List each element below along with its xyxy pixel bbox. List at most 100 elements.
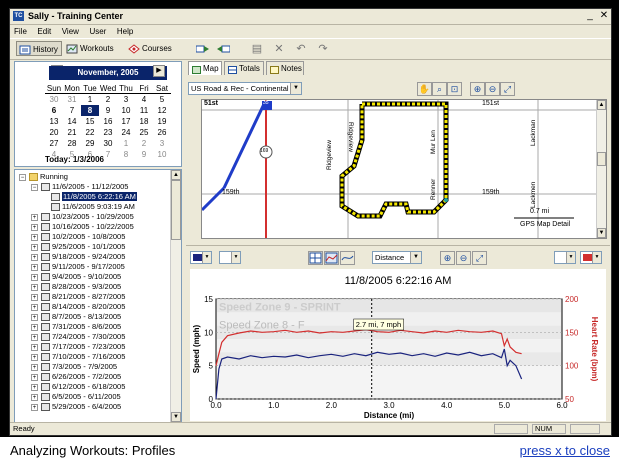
- calendar-day[interactable]: 2: [135, 138, 153, 149]
- calendar-day[interactable]: 20: [45, 127, 63, 138]
- pan-tool-icon[interactable]: ✋: [417, 82, 432, 96]
- expand-icon[interactable]: +: [31, 233, 38, 241]
- menu-view[interactable]: View: [58, 25, 83, 38]
- zoom-in-icon[interactable]: ⊕: [470, 82, 485, 96]
- scroll-thumb[interactable]: [171, 180, 181, 240]
- undo-icon[interactable]: ↶: [294, 43, 308, 55]
- chart-area[interactable]: 11/8/2005 6:22:16 AM Speed Zone 9 - SPRI…: [190, 269, 606, 421]
- zoom-tool-icon[interactable]: ⌕: [432, 82, 447, 96]
- speed-color-select[interactable]: ▼: [190, 251, 212, 264]
- tree-item-week[interactable]: +9/18/2005 - 9/24/2005: [31, 252, 125, 262]
- tree-item-week[interactable]: +7/17/2005 - 7/23/2005: [31, 342, 125, 352]
- heart-rate-color-select[interactable]: ▼: [580, 251, 602, 264]
- tree-item-week[interactable]: +6/26/2005 - 7/2/2005: [31, 372, 121, 382]
- calendar-day[interactable]: 4: [135, 94, 153, 105]
- tree-item-week[interactable]: +7/24/2005 - 7/30/2005: [31, 332, 125, 342]
- chart-fill-icon[interactable]: [324, 251, 339, 265]
- calendar-day[interactable]: 13: [45, 116, 63, 127]
- calendar-day[interactable]: 26: [153, 127, 171, 138]
- tertiary-color-select[interactable]: ▼: [554, 251, 576, 264]
- calendar-today[interactable]: Today: 1/3/2006: [45, 155, 104, 164]
- calendar-day[interactable]: 29: [81, 138, 99, 149]
- expand-icon[interactable]: +: [31, 403, 38, 411]
- calendar-day[interactable]: 3: [117, 94, 135, 105]
- tree-item-week[interactable]: +10/23/2005 - 10/29/2005: [31, 212, 134, 222]
- calendar-day[interactable]: 1: [81, 94, 99, 105]
- calendar-day[interactable]: 18: [135, 116, 153, 127]
- tree-item-week[interactable]: +7/10/2005 - 7/16/2005: [31, 352, 125, 362]
- expand-icon[interactable]: +: [31, 363, 38, 371]
- tree-item-week[interactable]: +6/5/2005 - 6/11/2005: [31, 392, 121, 402]
- expand-icon[interactable]: +: [31, 213, 38, 221]
- redo-icon[interactable]: ↷: [316, 43, 330, 55]
- calendar-day[interactable]: 6: [45, 105, 63, 116]
- calendar-day[interactable]: 16: [99, 116, 117, 127]
- tree-item-week[interactable]: +10/16/2005 - 10/22/2005: [31, 222, 134, 232]
- expand-icon[interactable]: +: [31, 273, 38, 281]
- calendar-day-selected[interactable]: 8: [81, 105, 99, 116]
- collapse-icon[interactable]: −: [31, 183, 38, 191]
- calendar-day[interactable]: 15: [81, 116, 99, 127]
- expand-icon[interactable]: +: [31, 293, 38, 301]
- chart-zoom-out-icon[interactable]: ⊖: [456, 251, 471, 265]
- calendar-day[interactable]: 9: [99, 105, 117, 116]
- calendar-day[interactable]: 30: [45, 94, 63, 105]
- expand-icon[interactable]: +: [31, 253, 38, 261]
- courses-button[interactable]: Courses: [126, 41, 175, 56]
- expand-icon[interactable]: +: [31, 373, 38, 381]
- menu-help[interactable]: Help: [113, 25, 137, 38]
- profile-chart[interactable]: 11/8/2005 6:22:16 AM Speed Zone 9 - SPRI…: [190, 269, 606, 421]
- x-axis-select[interactable]: Distance ▼: [372, 251, 422, 264]
- calendar-day[interactable]: 23: [99, 127, 117, 138]
- calendar-day[interactable]: 25: [135, 127, 153, 138]
- tab-totals[interactable]: Totals: [224, 61, 264, 75]
- select-tool-icon[interactable]: ⊡: [447, 82, 462, 96]
- tree-item-week[interactable]: +5/29/2005 - 6/4/2005: [31, 402, 121, 412]
- expand-icon[interactable]: +: [31, 383, 38, 391]
- properties-icon[interactable]: ▤: [250, 43, 264, 55]
- tree-item-running[interactable]: − Running: [19, 172, 68, 182]
- menu-user[interactable]: User: [85, 25, 110, 38]
- tree-scrollbar[interactable]: ▲ ▼: [170, 170, 181, 422]
- workouts-button[interactable]: Workouts: [64, 41, 117, 56]
- expand-icon[interactable]: +: [31, 263, 38, 271]
- tree-item-week[interactable]: +6/12/2005 - 6/18/2005: [31, 382, 125, 392]
- expand-icon[interactable]: +: [31, 323, 38, 331]
- tree-item-week[interactable]: +9/25/2005 - 10/1/2005: [31, 242, 125, 252]
- device-import-icon[interactable]: [195, 43, 210, 55]
- calendar-day[interactable]: 14: [63, 116, 81, 127]
- expand-icon[interactable]: +: [31, 343, 38, 351]
- close-link[interactable]: press x to close: [520, 443, 610, 458]
- expand-icon[interactable]: +: [31, 333, 38, 341]
- map-source-select[interactable]: US Road & Rec - Continental US ▼: [188, 82, 302, 95]
- calendar-day[interactable]: 10: [117, 105, 135, 116]
- chart-zoom-in-icon[interactable]: ⊕: [440, 251, 455, 265]
- calendar-day[interactable]: 31: [63, 94, 81, 105]
- tree-item-week[interactable]: +9/11/2005 - 9/17/2005: [31, 262, 125, 272]
- expand-icon[interactable]: +: [31, 313, 38, 321]
- tree-item-week[interactable]: +10/2/2005 - 10/8/2005: [31, 232, 125, 242]
- calendar-day[interactable]: 12: [153, 105, 171, 116]
- tree-item-week[interactable]: +8/7/2005 - 8/13/2005: [31, 312, 121, 322]
- expand-icon[interactable]: +: [31, 303, 38, 311]
- calendar-day[interactable]: 7: [63, 105, 81, 116]
- zoom-fit-icon[interactable]: ⤢: [500, 82, 515, 96]
- next-month-button[interactable]: ▶: [153, 65, 165, 77]
- minimize-button[interactable]: _: [583, 9, 597, 24]
- calendar-day[interactable]: 22: [81, 127, 99, 138]
- secondary-color-select[interactable]: ▼: [219, 251, 241, 264]
- calendar-day[interactable]: 24: [117, 127, 135, 138]
- scroll-up-icon[interactable]: ▲: [597, 100, 606, 110]
- calendar-day[interactable]: 9: [135, 149, 153, 160]
- calendar-day[interactable]: 3: [153, 138, 171, 149]
- expand-icon[interactable]: +: [31, 353, 38, 361]
- calendar-day[interactable]: 8: [117, 149, 135, 160]
- calendar-day[interactable]: 10: [153, 149, 171, 160]
- chart-grid-icon[interactable]: [308, 251, 323, 265]
- device-export-icon[interactable]: [216, 43, 231, 55]
- tree-item-workout[interactable]: 11/6/2005 9:03:19 AM: [51, 202, 135, 212]
- calendar-day[interactable]: 11: [135, 105, 153, 116]
- calendar-day[interactable]: 28: [63, 138, 81, 149]
- scroll-down-icon[interactable]: ▼: [597, 228, 606, 238]
- collapse-icon[interactable]: −: [19, 173, 26, 181]
